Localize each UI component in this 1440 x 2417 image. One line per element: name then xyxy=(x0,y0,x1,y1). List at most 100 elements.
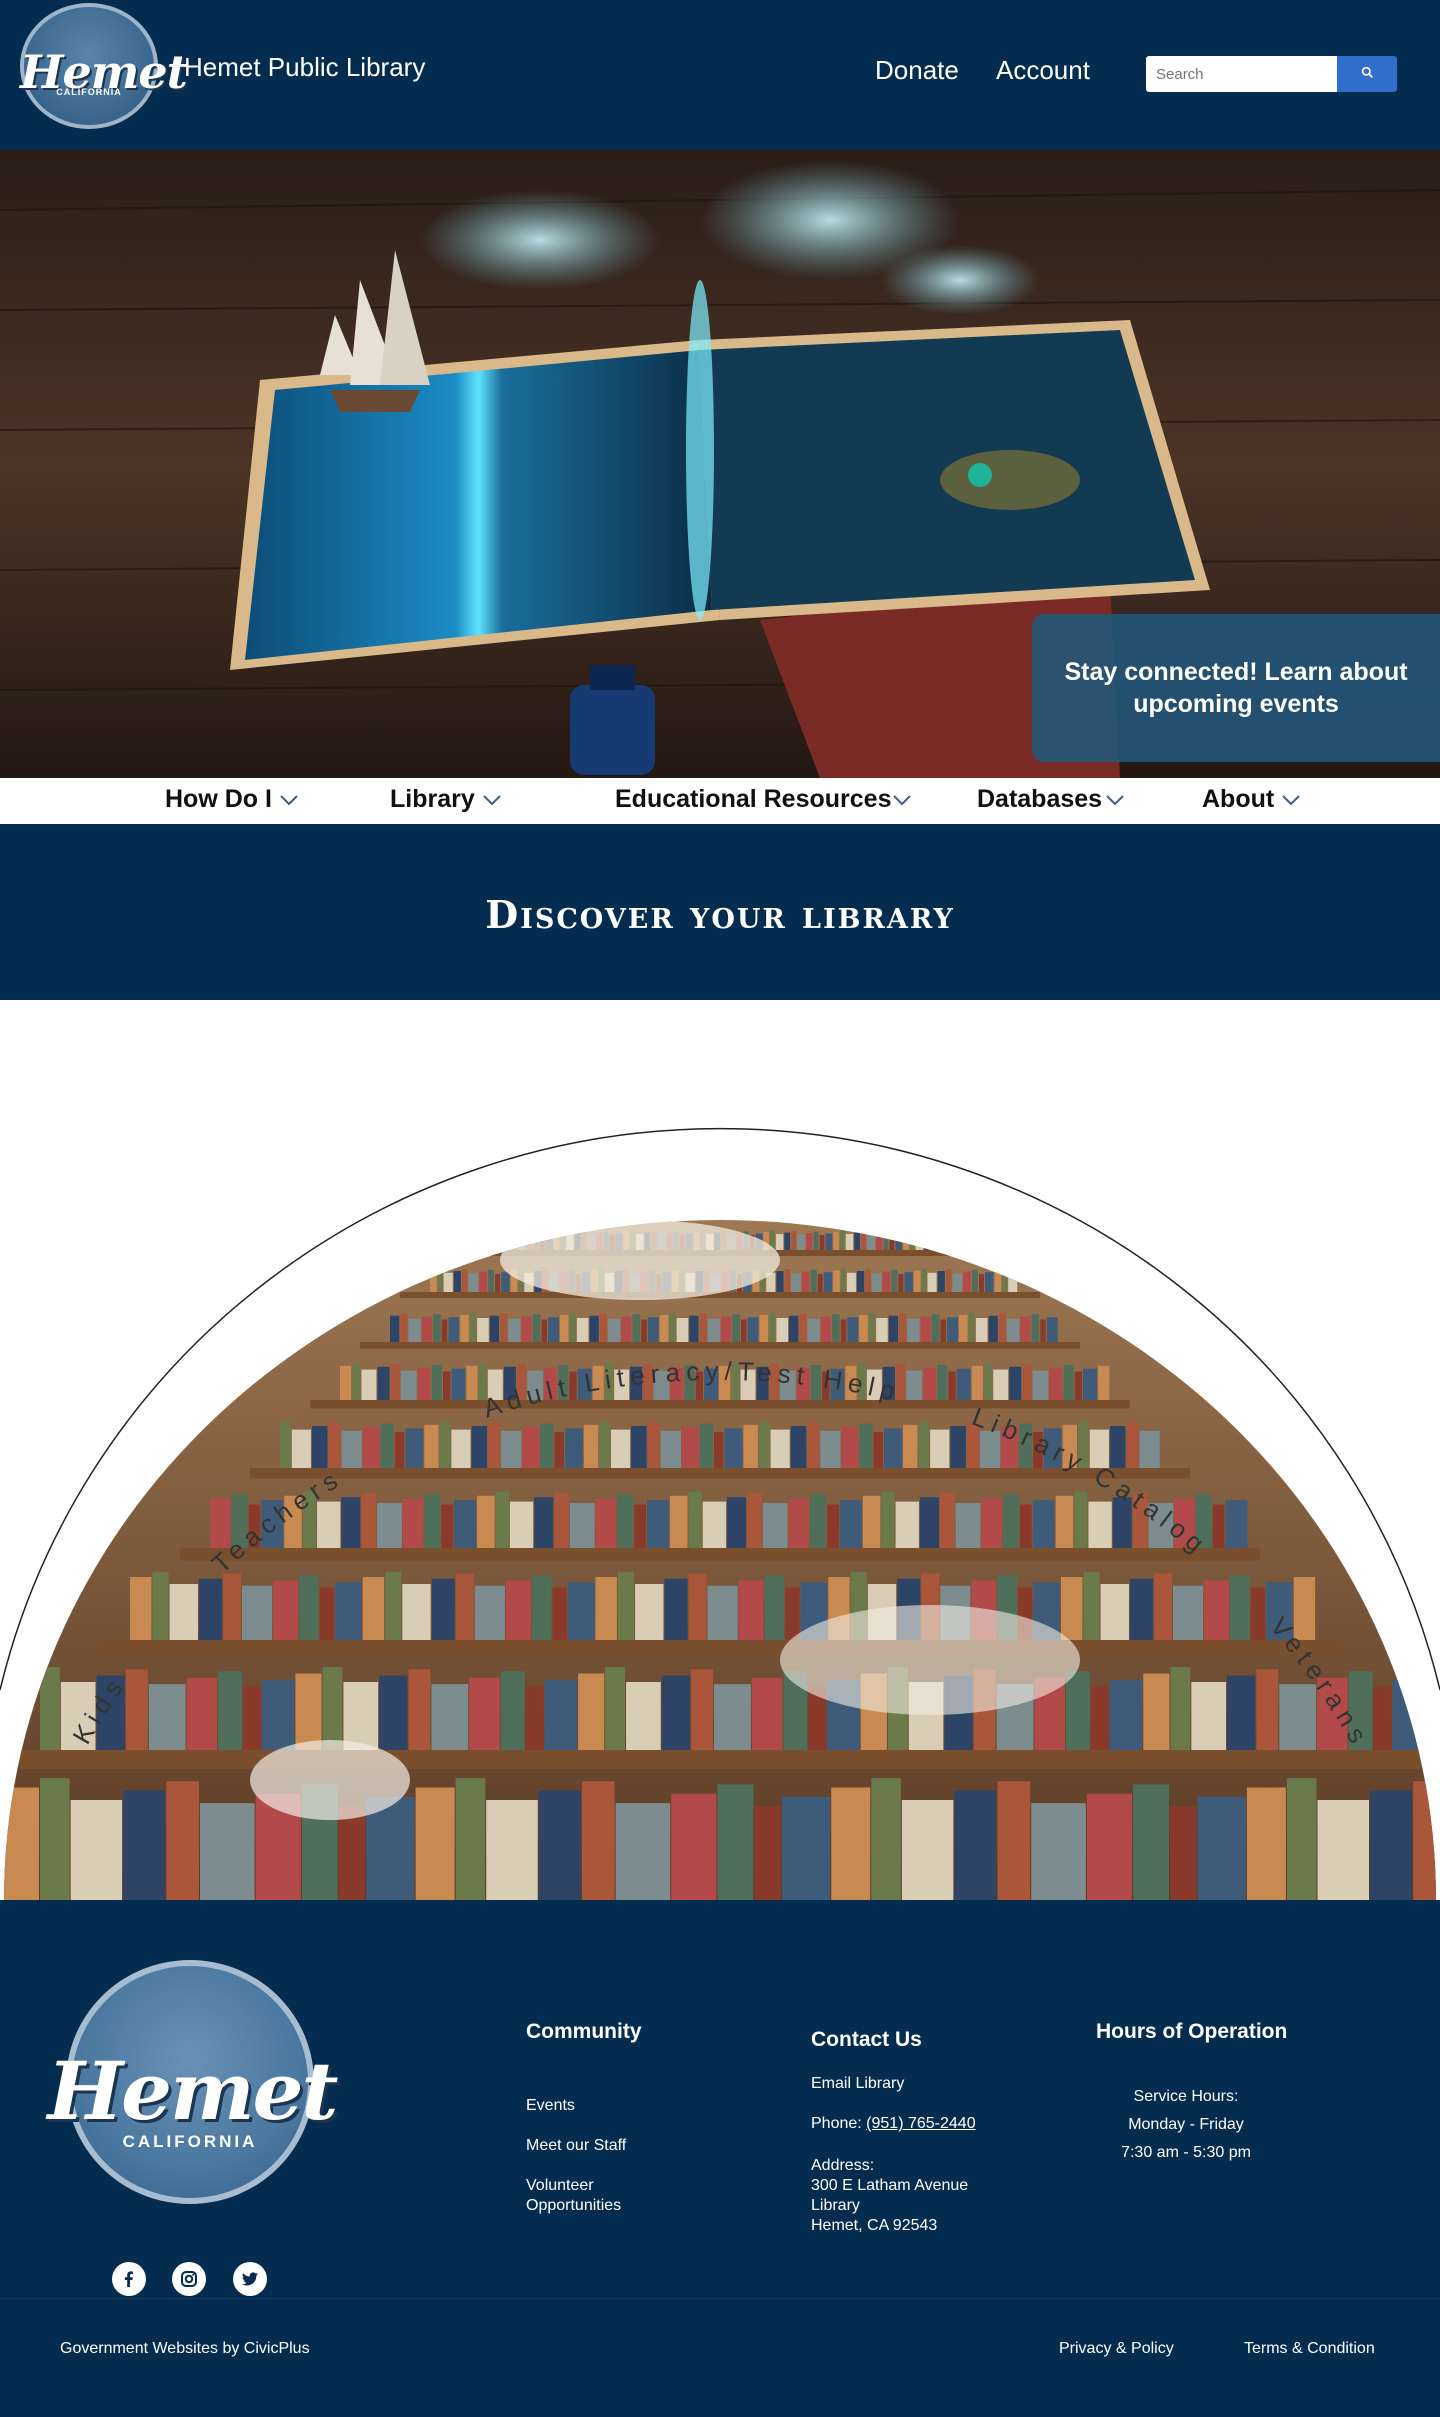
book-spine xyxy=(1173,1585,1204,1640)
twitter-link[interactable] xyxy=(233,2262,267,2296)
instagram-icon xyxy=(181,2271,197,2287)
book-spine xyxy=(927,1272,937,1292)
book-spine xyxy=(424,1424,439,1468)
main-navigation: How Do I Library Educational Resources D… xyxy=(0,778,1440,824)
civicplus-link[interactable]: Government Websites by CivicPlus xyxy=(60,2340,310,2358)
book-spine xyxy=(883,1231,889,1250)
book-spine xyxy=(538,1790,581,1900)
book-spine xyxy=(400,1313,408,1342)
book-spine xyxy=(496,1234,504,1250)
meet-our-staff-link[interactable]: Meet our Staff xyxy=(526,2136,626,2156)
book-spine xyxy=(564,1428,583,1468)
book-spine xyxy=(979,1274,984,1292)
nav-educational-resources[interactable]: Educational Resources xyxy=(615,785,912,814)
book-spine xyxy=(439,1421,451,1468)
book-spine xyxy=(4,1787,39,1900)
phone-number-link[interactable]: (951) 765-2440 xyxy=(866,2115,975,2132)
discover-title: Discover your library xyxy=(485,892,955,937)
book-spine xyxy=(380,1423,394,1468)
book-spine xyxy=(525,1686,544,1750)
book-spine xyxy=(1100,1584,1129,1640)
book-spine xyxy=(791,1273,801,1292)
book-spine xyxy=(488,1269,495,1292)
book-spine xyxy=(899,1313,907,1342)
book-spine xyxy=(810,1494,827,1548)
book-spine xyxy=(743,1424,758,1468)
donate-link[interactable]: Donate xyxy=(875,55,959,86)
book-spine xyxy=(471,1426,488,1468)
book-spine xyxy=(1139,1430,1160,1468)
book-spine xyxy=(889,1235,895,1250)
book-spine xyxy=(1392,1679,1425,1750)
book-spine xyxy=(1032,1370,1049,1400)
book-spine xyxy=(495,1274,501,1292)
nav-databases[interactable]: Databases xyxy=(977,785,1124,814)
book-spine xyxy=(462,1269,468,1292)
nav-label: Library xyxy=(390,785,475,813)
book-spine xyxy=(1002,1268,1008,1292)
privacy-policy-link[interactable]: Privacy & Policy xyxy=(1059,2340,1174,2358)
site-title[interactable]: Hemet Public Library xyxy=(184,52,425,83)
events-card[interactable]: Stay connected! Learn about upcoming eve… xyxy=(1032,614,1440,762)
book-spine xyxy=(169,1584,198,1640)
book-spine xyxy=(876,1233,883,1250)
book-spine xyxy=(460,1315,469,1342)
book-spine xyxy=(702,1501,727,1548)
shelf-board xyxy=(400,1292,1040,1298)
book-spine xyxy=(807,1422,820,1468)
events-link[interactable]: Events xyxy=(526,2096,575,2116)
nav-library[interactable]: Library xyxy=(390,785,501,814)
community-heading: Community xyxy=(526,2020,642,2043)
book-spine xyxy=(501,1430,522,1468)
book-spine xyxy=(521,1316,532,1342)
book-spine xyxy=(554,1432,564,1468)
hemet-logo[interactable]: Hemet CALIFORNIA xyxy=(48,1960,338,2204)
book-spine xyxy=(965,1233,973,1250)
book-spine xyxy=(1002,1494,1019,1548)
nav-about[interactable]: About xyxy=(1202,785,1300,814)
book-spine xyxy=(1317,1800,1369,1900)
book-spine xyxy=(379,1675,408,1750)
book-spine xyxy=(430,1270,437,1292)
facebook-link[interactable] xyxy=(112,2262,146,2296)
book-spine xyxy=(589,1315,599,1342)
book-spine xyxy=(1230,1575,1250,1640)
book-spine xyxy=(1009,1366,1022,1400)
book-spine xyxy=(807,1318,820,1342)
book-spine xyxy=(501,1272,510,1292)
book-spine xyxy=(634,1504,647,1548)
volunteer-opportunities-link[interactable]: Volunteer Opportunities xyxy=(526,2176,656,2216)
book-spine xyxy=(660,1430,681,1468)
book-spine xyxy=(522,1427,540,1468)
book-spine xyxy=(791,1231,797,1250)
book-spine xyxy=(790,1426,807,1468)
book-spine xyxy=(937,1234,945,1250)
book-spine xyxy=(500,1671,525,1750)
hemet-logo[interactable]: Hemet CALIFORNIA xyxy=(20,3,188,129)
account-link[interactable]: Account xyxy=(996,55,1090,86)
book-spine xyxy=(713,1432,724,1468)
book-spine xyxy=(845,1234,854,1250)
shelf-board xyxy=(360,1342,1080,1349)
book-spine xyxy=(505,1580,531,1640)
book-spine xyxy=(994,1270,1002,1292)
email-library-link[interactable]: Email Library xyxy=(811,2074,904,2094)
search-button[interactable] xyxy=(1337,56,1397,92)
book-spine xyxy=(854,1232,861,1250)
book-spine xyxy=(862,1495,881,1548)
book-spine xyxy=(70,1800,123,1900)
instagram-link[interactable] xyxy=(172,2262,206,2296)
book-spine xyxy=(775,1234,784,1250)
nav-how-do-i[interactable]: How Do I xyxy=(165,785,298,814)
book-spine xyxy=(125,1669,148,1750)
book-spine xyxy=(554,1492,569,1548)
book-spine xyxy=(599,1421,610,1468)
search-input[interactable] xyxy=(1146,56,1337,92)
footer-divider xyxy=(0,2298,1440,2299)
book-spine xyxy=(833,1232,839,1250)
book-spine xyxy=(955,1503,981,1548)
book-spine xyxy=(1049,1367,1063,1400)
book-spine xyxy=(931,1231,936,1250)
terms-link[interactable]: Terms & Condition xyxy=(1244,2340,1375,2358)
book-spine xyxy=(691,1669,714,1750)
